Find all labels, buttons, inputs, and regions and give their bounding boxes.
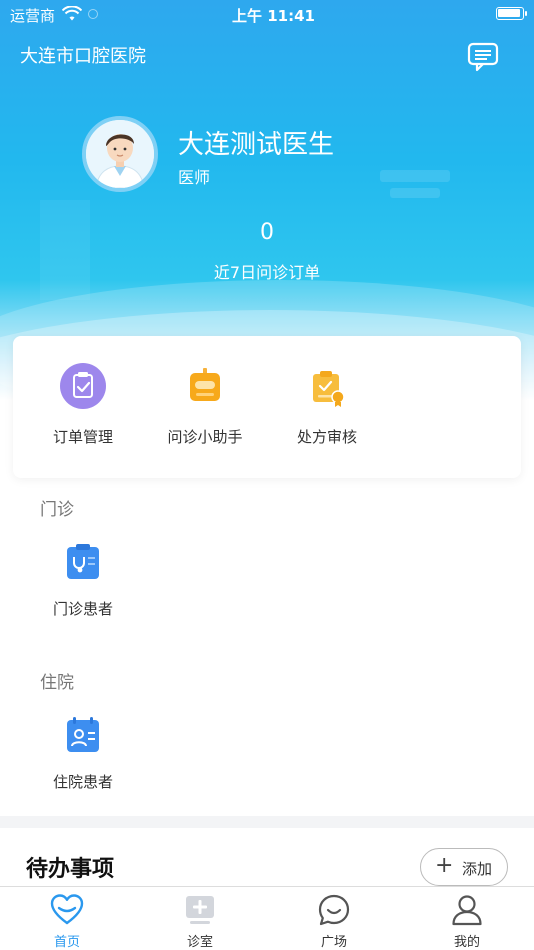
tab-square[interactable]: 广场 — [267, 887, 401, 950]
chat-bubble-icon — [318, 894, 350, 926]
tool-consult-assistant[interactable]: 问诊小助手 — [145, 362, 265, 447]
clock: 上午 11:41 — [232, 7, 315, 25]
todo-title: 待办事项 — [26, 857, 115, 882]
doctor-avatar-icon — [86, 120, 154, 188]
status-bar: 运营商 上午 11:41 — [0, 0, 534, 28]
add-label: 添加 — [462, 860, 493, 878]
tool-order-management[interactable]: 订单管理 — [23, 362, 143, 447]
plus-icon: + — [435, 853, 454, 878]
tab-mine[interactable]: 我的 — [400, 887, 534, 950]
entry-label: 住院患者 — [52, 773, 113, 791]
hero-decoration — [40, 200, 90, 300]
tool-prescription-review[interactable]: 处方审核 — [267, 362, 387, 447]
doctor-title: 医师 — [178, 168, 211, 187]
activity-spinner-icon — [88, 9, 98, 19]
user-profile-icon — [452, 895, 482, 926]
outpatient-patients-entry[interactable]: 门诊患者 — [23, 542, 143, 619]
tab-label: 首页 — [53, 935, 80, 950]
wifi-icon — [62, 6, 82, 21]
battery-icon — [496, 7, 527, 20]
tool-label: 订单管理 — [52, 428, 113, 446]
entry-label: 门诊患者 — [52, 600, 113, 618]
tab-label: 诊室 — [186, 935, 213, 950]
clinic-monitor-icon — [186, 896, 214, 924]
tab-home[interactable]: 首页 — [0, 887, 134, 950]
add-todo-button[interactable]: + 添加 — [420, 848, 508, 886]
inpatient-patients-entry[interactable]: 住院患者 — [23, 715, 143, 792]
section-divider — [0, 816, 534, 828]
robot-assistant-icon — [181, 362, 229, 410]
inpatient-section-title: 住院 — [40, 673, 74, 693]
tool-label: 处方审核 — [296, 428, 357, 446]
hero-decoration — [390, 188, 440, 198]
clipboard-check-icon — [59, 362, 107, 410]
hero-decoration — [380, 170, 450, 182]
stethoscope-clipboard-icon — [63, 542, 103, 582]
tool-label: 问诊小助手 — [167, 428, 243, 446]
carrier-label: 运营商 — [10, 7, 56, 25]
order-count-caption: 近7日问诊订单 — [213, 263, 321, 282]
tab-clinic[interactable]: 诊室 — [133, 887, 267, 950]
doctor-avatar[interactable] — [82, 116, 158, 192]
message-icon[interactable] — [467, 42, 499, 72]
tab-bar: 首页 诊室 广场 我的 — [0, 886, 534, 950]
quick-tools-card: 订单管理 问诊小助手 处方审核 — [13, 336, 521, 478]
tab-label: 广场 — [320, 935, 347, 950]
tab-label: 我的 — [453, 935, 480, 950]
patient-card-icon — [63, 715, 103, 755]
hospital-name: 大连市口腔医院 — [20, 46, 146, 67]
outpatient-section-title: 门诊 — [40, 500, 74, 520]
heart-home-icon — [50, 894, 84, 925]
order-count[interactable]: 0 — [0, 220, 534, 245]
doctor-name: 大连测试医生 — [178, 130, 335, 160]
prescription-review-icon — [303, 362, 351, 410]
